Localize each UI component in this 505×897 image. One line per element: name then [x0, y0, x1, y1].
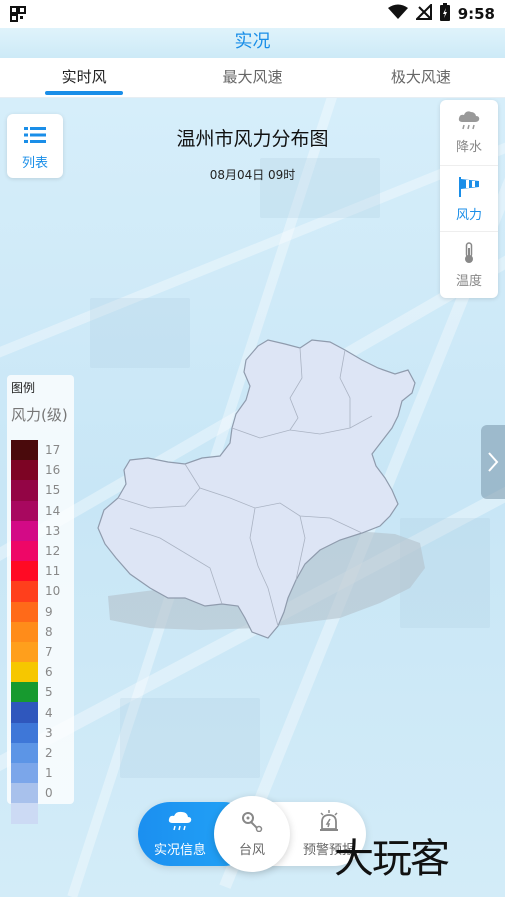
- legend-swatch: [11, 480, 38, 501]
- legend-swatch: [11, 641, 38, 663]
- legend-level-label: 10: [45, 584, 61, 599]
- legend-swatch: [11, 460, 38, 481]
- legend-level: 15: [11, 480, 73, 501]
- legend-level-label: 0: [45, 786, 53, 801]
- thermometer-icon: [462, 242, 476, 268]
- list-button-label: 列表: [21, 156, 48, 171]
- status-time: 9:58: [457, 5, 495, 23]
- legend-level: 2: [11, 742, 73, 763]
- legend-level: 11: [11, 561, 73, 582]
- page-title: 实况: [234, 31, 271, 52]
- tab-bar: 实时风 最大风速 极大风速: [0, 58, 505, 98]
- layer-label: 降水: [455, 140, 482, 155]
- legend-swatch: [11, 440, 38, 461]
- wind-map[interactable]: 温州市风力分布图 08月04日 09时 列表 降水 风力 温度 图例 风力(级)…: [0, 98, 505, 897]
- legend-level-label: 3: [45, 725, 53, 740]
- legend-swatch: [11, 763, 38, 784]
- legend-level: 16: [11, 460, 73, 481]
- layer-label: 温度: [455, 274, 482, 289]
- bottom-nav: 实况信息 台风 预警预报: [138, 796, 366, 872]
- legend-level-label: 9: [45, 604, 53, 619]
- qr-grid-icon: [10, 6, 26, 22]
- legend-level: 7: [11, 641, 73, 663]
- legend-level-label: 12: [45, 544, 61, 559]
- legend-swatch: [11, 621, 38, 642]
- legend-unit: 风力(级): [11, 406, 68, 424]
- legend-title: 图例: [11, 381, 36, 395]
- legend-swatch: [11, 682, 38, 703]
- legend-level-label: 4: [45, 705, 53, 720]
- nav-live-info[interactable]: 实况信息: [140, 800, 220, 868]
- tab-extreme-wind-speed[interactable]: 极大风速: [337, 58, 505, 97]
- legend-swatch: [11, 803, 38, 824]
- legend-swatch: [11, 783, 38, 804]
- legend-swatch: [11, 722, 38, 743]
- legend-level: 14: [11, 500, 73, 521]
- legend-level: 0: [11, 783, 73, 804]
- legend-level: 10: [11, 581, 73, 602]
- typhoon-icon: [240, 812, 264, 836]
- legend-level: 8: [11, 621, 73, 642]
- rain-cloud-icon: [457, 111, 481, 134]
- legend-level: 6: [11, 662, 73, 683]
- legend-level-label: 15: [45, 483, 61, 498]
- legend-level: 13: [11, 520, 73, 541]
- legend-level: 9: [11, 601, 73, 622]
- legend-level-label: 2: [45, 745, 53, 760]
- no-signal-icon: [414, 2, 432, 24]
- layer-temperature[interactable]: 温度: [440, 232, 498, 298]
- legend-level-label: 14: [45, 503, 61, 518]
- legend-swatch: [11, 662, 38, 683]
- expand-panel-handle[interactable]: [481, 425, 505, 499]
- nav-label: 实况信息: [153, 843, 206, 858]
- legend-swatch: [11, 581, 38, 602]
- map-title: 温州市风力分布图: [176, 128, 329, 150]
- list-button[interactable]: 列表: [7, 114, 63, 178]
- status-bar: 9:58: [0, 0, 505, 28]
- watermark-logo: 大玩客: [334, 836, 450, 882]
- wifi-icon: [387, 4, 408, 24]
- legend-swatch: [11, 742, 38, 763]
- legend-level: 5: [11, 682, 73, 703]
- layer-precipitation[interactable]: 降水: [440, 100, 498, 166]
- legend-level: [11, 803, 73, 824]
- legend-level-label: 16: [45, 463, 61, 478]
- tab-max-wind-speed[interactable]: 最大风速: [168, 58, 336, 97]
- legend-level: 17: [11, 440, 73, 461]
- wind-flag-icon: [457, 177, 481, 202]
- legend-swatch: [11, 601, 38, 622]
- nav-typhoon[interactable]: 台风: [214, 796, 290, 872]
- legend-level-label: 13: [45, 523, 61, 538]
- legend-level: 4: [11, 702, 73, 723]
- map-timestamp: 08月04日 09时: [209, 168, 296, 182]
- legend-level-label: 11: [45, 564, 61, 579]
- legend-level-label: 8: [45, 624, 53, 639]
- legend-scale: 17 16 15 14 13 12 11 10 9 8 7 6 5 4 3 2 1 0: [11, 440, 73, 824]
- tab-realtime-wind[interactable]: 实时风: [0, 58, 168, 97]
- legend-swatch: [11, 702, 38, 723]
- legend-level-label: 1: [45, 766, 53, 781]
- legend-level-label: 6: [45, 665, 53, 680]
- layer-switcher: 降水 风力 温度: [440, 100, 498, 298]
- legend-level-label: 17: [45, 443, 61, 458]
- legend-level-label: 5: [45, 685, 53, 700]
- battery-charging-icon: [439, 3, 450, 25]
- legend-level-label: 7: [45, 644, 53, 659]
- nav-label: 台风: [238, 843, 265, 858]
- chevron-right-icon: [486, 452, 500, 478]
- wenzhou-region-map[interactable]: [0, 98, 505, 897]
- legend-level: 3: [11, 722, 73, 743]
- legend-swatch: [11, 540, 38, 562]
- legend-swatch: [11, 500, 38, 521]
- list-icon: [24, 126, 46, 148]
- layer-label: 风力: [455, 208, 482, 223]
- wind-legend: 图例 风力(级) 17 16 15 14 13 12 11 10 9 8 7 6 5 4 3 2 1 0: [7, 375, 74, 824]
- legend-swatch: [11, 520, 38, 541]
- legend-level: 1: [11, 763, 73, 784]
- cloud-rain-icon: [167, 811, 193, 836]
- layer-wind[interactable]: 风力: [440, 166, 498, 232]
- app-header: 实况: [0, 28, 505, 58]
- legend-level: 12: [11, 540, 73, 562]
- legend-swatch: [11, 561, 38, 582]
